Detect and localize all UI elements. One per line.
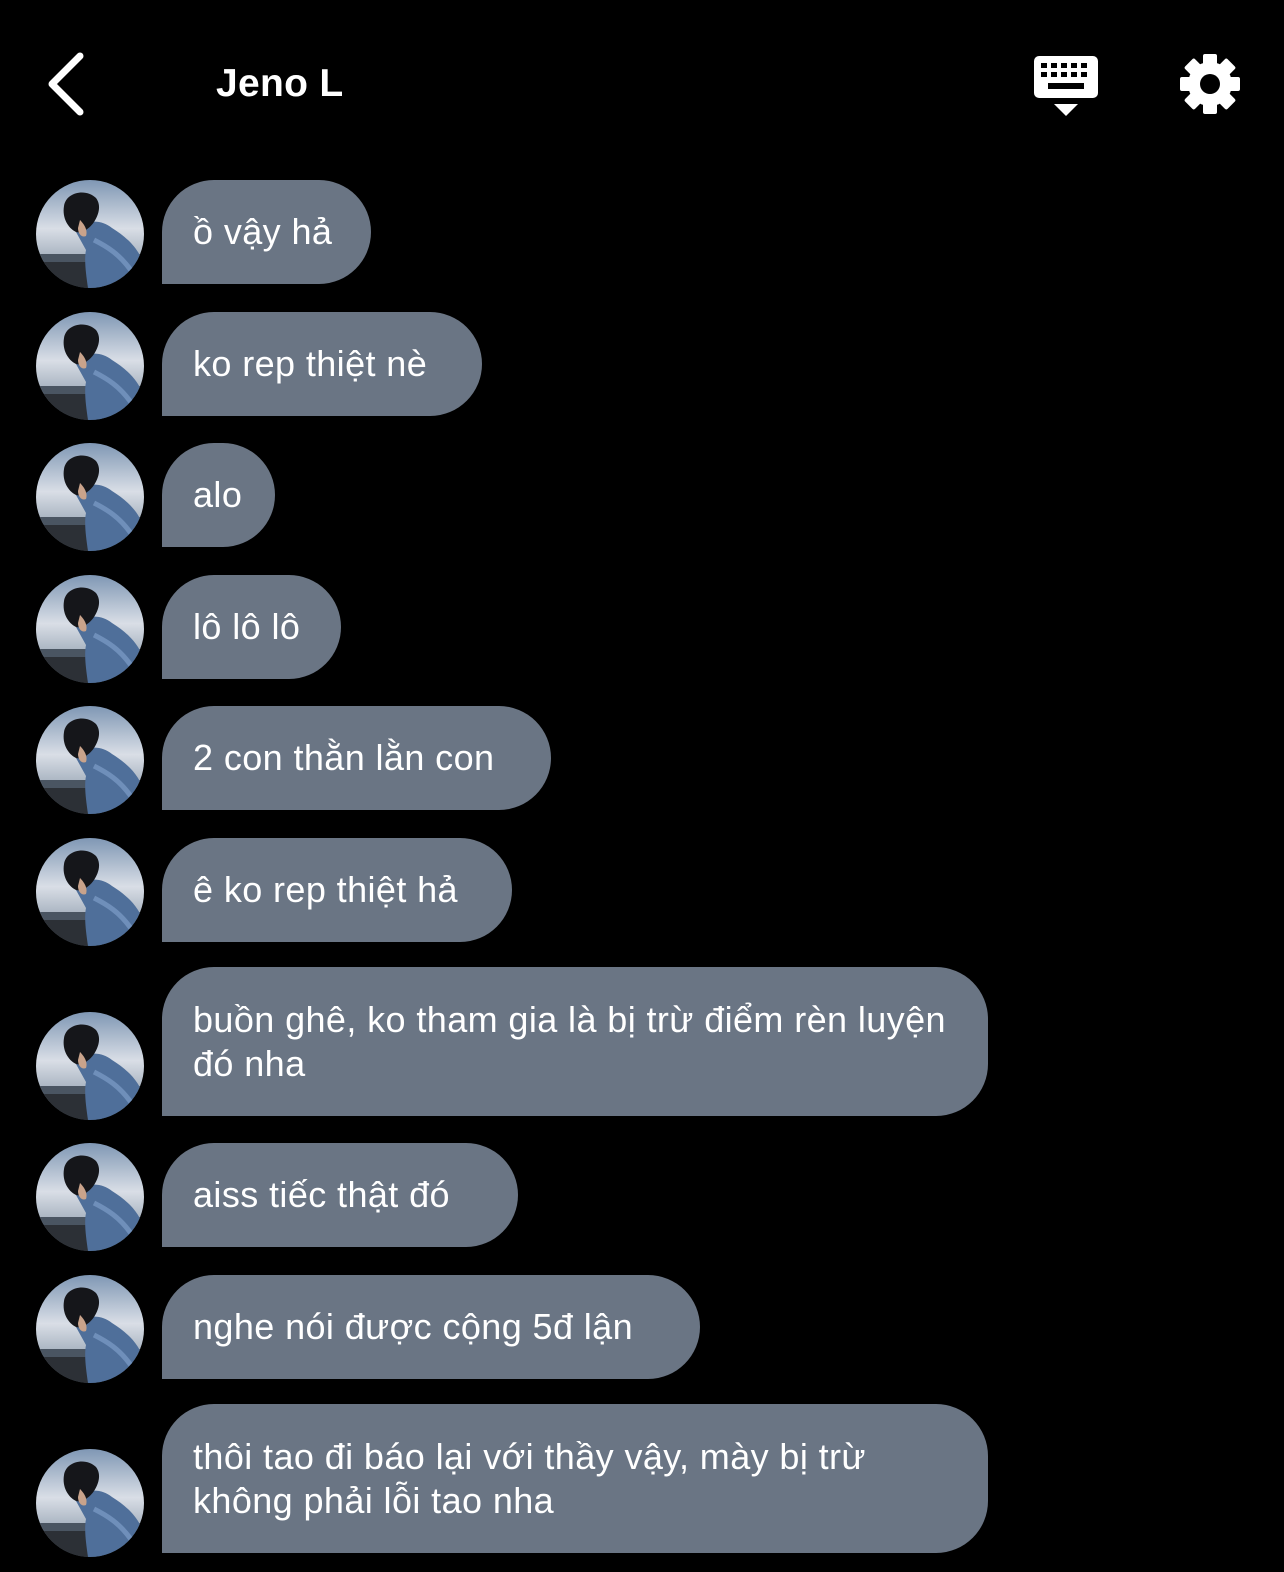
message-bubble[interactable]: aiss tiếc thật đó	[162, 1143, 518, 1247]
message-text: thôi tao đi báo lại với thầy vậy, mày bị…	[193, 1435, 866, 1521]
chevron-left-icon	[48, 52, 84, 116]
message-text: ê ko rep thiệt hả	[193, 869, 458, 910]
message-bubble[interactable]: ê ko rep thiệt hả	[162, 838, 512, 942]
avatar-photo	[36, 1143, 144, 1251]
message-bubble[interactable]: ko rep thiệt nè	[162, 312, 482, 416]
settings-button[interactable]	[1176, 50, 1244, 118]
back-button[interactable]	[36, 44, 106, 124]
avatar[interactable]	[36, 838, 144, 946]
avatar[interactable]	[36, 180, 144, 288]
avatar-photo	[36, 180, 144, 288]
contact-name: Jeno L	[216, 62, 344, 105]
avatar-photo	[36, 1275, 144, 1383]
avatar[interactable]	[36, 1275, 144, 1383]
avatar-photo	[36, 575, 144, 683]
message-text: alo	[193, 474, 243, 515]
chat-header: Jeno L	[0, 0, 1284, 170]
message-text: ko rep thiệt nè	[193, 343, 428, 384]
gear-icon	[1180, 54, 1240, 114]
message-text: ồ vậy hả	[193, 211, 333, 252]
message-text: nghe nói được cộng 5đ lận	[193, 1306, 634, 1347]
avatar[interactable]	[36, 1449, 144, 1557]
message-bubble[interactable]: lô lô lô	[162, 575, 341, 679]
message-bubble[interactable]: ồ vậy hả	[162, 180, 371, 284]
message-text: buồn ghê, ko tham gia là bị trừ điểm rèn…	[193, 998, 946, 1084]
avatar-photo	[36, 312, 144, 420]
message-bubble[interactable]: 2 con thằn lằn con	[162, 706, 551, 810]
avatar[interactable]	[36, 312, 144, 420]
avatar[interactable]	[36, 706, 144, 814]
avatar-photo	[36, 443, 144, 551]
avatar[interactable]	[36, 1012, 144, 1120]
message-bubble[interactable]: buồn ghê, ko tham gia là bị trừ điểm rèn…	[162, 967, 988, 1116]
avatar-photo	[36, 706, 144, 814]
avatar-photo	[36, 1012, 144, 1120]
avatar[interactable]	[36, 1143, 144, 1251]
avatar-photo	[36, 838, 144, 946]
avatar[interactable]	[36, 575, 144, 683]
message-text: lô lô lô	[193, 606, 301, 647]
keyboard-hide-icon	[1034, 56, 1098, 116]
message-bubble[interactable]: alo	[162, 443, 275, 547]
message-bubble[interactable]: thôi tao đi báo lại với thầy vậy, mày bị…	[162, 1404, 988, 1553]
avatar[interactable]	[36, 443, 144, 551]
avatar-photo	[36, 1449, 144, 1557]
message-text: aiss tiếc thật đó	[193, 1174, 450, 1215]
keyboard-toggle-button[interactable]	[1030, 52, 1102, 122]
message-text: 2 con thằn lằn con	[193, 737, 495, 778]
message-bubble[interactable]: nghe nói được cộng 5đ lận	[162, 1275, 700, 1379]
